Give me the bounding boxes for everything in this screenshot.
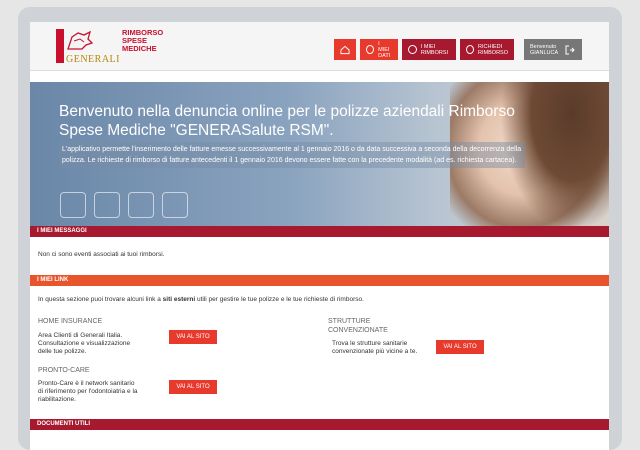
strutture-title-1: STRUTTURE: [328, 318, 371, 325]
link-intro-bold: siti esterni: [162, 296, 196, 303]
lion-icon: [67, 30, 94, 50]
app-screen: GENERALI RIMBORSO SPESE MEDICHE I MIEI D…: [30, 22, 609, 450]
miei-dati-button[interactable]: I MIEI DATI: [360, 39, 398, 60]
strutture-desc-1: Trova le strutture sanitarie: [332, 340, 408, 347]
home-insurance-button[interactable]: VAI AL SITO: [169, 330, 217, 344]
header: GENERALI RIMBORSO SPESE MEDICHE I MIEI D…: [30, 22, 609, 71]
pronto-care-desc-1: Pronto-Care è il network sanitario: [38, 380, 135, 387]
strutture-desc: Trova le strutture sanitarie convenziona…: [332, 340, 442, 356]
strutture-button[interactable]: VAI AL SITO: [436, 340, 484, 354]
home-insurance-desc-1: Area Clienti di Generali Italia.: [38, 332, 123, 339]
medical-kit-icon: [162, 192, 188, 218]
rimborso-spese-mediche-label: RIMBORSO SPESE MEDICHE: [122, 29, 163, 53]
messaggi-section-header: I MIEI MESSAGGI: [30, 226, 609, 237]
hero-banner: Benvenuto nella denuncia online per le p…: [30, 82, 609, 228]
richiedi-rimborso-button[interactable]: RICHIEDI RIMBORSO: [460, 39, 514, 60]
strutture-desc-2: convenzionate più vicine a te.: [332, 348, 418, 355]
pen-icon: [60, 192, 86, 218]
miei-rimborsi-label: I MIEI RIMBORSI: [420, 43, 449, 56]
euro-icon: [466, 45, 475, 54]
pronto-care-desc: Pronto-Care è il network sanitario di ri…: [38, 380, 158, 404]
logout-icon[interactable]: [565, 45, 575, 55]
user-menu[interactable]: Benvenuto GIANLUCA: [524, 39, 582, 60]
strutture-title: STRUTTURE CONVENZIONATE: [328, 317, 388, 335]
home-insurance-desc: Area Clienti di Generali Italia. Consult…: [38, 332, 148, 356]
home-insurance-desc-2: Consultazione e visualizzazione: [38, 340, 131, 347]
generali-wordmark: GENERALI: [66, 54, 120, 65]
pronto-care-title: PRONTO-CARE: [38, 367, 90, 374]
home-button[interactable]: [334, 39, 356, 60]
hero-title: Benvenuto nella denuncia online per le p…: [59, 103, 515, 139]
rs-line-3: MEDICHE: [122, 44, 157, 53]
home-icon: [340, 45, 350, 54]
pronto-care-desc-3: riabilitazione.: [38, 396, 76, 403]
richiedi-rimborso-label: RICHIEDI RIMBORSO: [478, 43, 508, 56]
miei-rimborsi-button[interactable]: I MIEI RIMBORSI: [402, 39, 456, 60]
documenti-section-header: DOCUMENTI UTILI: [30, 419, 609, 430]
main-nav: I MIEI DATI I MIEI RIMBORSI RICHIEDI RIM…: [334, 39, 582, 60]
heart-icon: [366, 45, 375, 54]
hero-health-icons: [60, 192, 188, 218]
pronto-care-button[interactable]: VAI AL SITO: [169, 380, 217, 394]
logo-red-bar: [56, 29, 64, 63]
generali-rsm-logo[interactable]: GENERALI RIMBORSO SPESE MEDICHE: [56, 27, 176, 67]
home-insurance-desc-3: delle tue polizze.: [38, 348, 87, 355]
flask-icon: [128, 192, 154, 218]
home-insurance-title: HOME INSURANCE: [38, 318, 103, 325]
link-intro: In questa sezione puoi trovare alcuni li…: [38, 296, 364, 304]
eye-icon: [94, 192, 120, 218]
link-section-header: I MIEI LINK: [30, 275, 609, 286]
pronto-care-desc-2: di riferimento per l'odontoiatria e la: [38, 388, 138, 395]
strutture-title-2: CONVENZIONATE: [328, 327, 388, 334]
user-greeting: Benvenuto GIANLUCA: [530, 43, 559, 56]
rimborsi-icon: [408, 45, 417, 54]
link-intro-post: utili per gestire le tue polizze e le tu…: [195, 296, 364, 303]
hero-intro: L'applicativo permette l'inserimento del…: [59, 142, 525, 168]
messaggi-empty-text: Non ci sono eventi associati ai tuoi rim…: [38, 251, 165, 258]
miei-dati-label: I MIEI DATI: [378, 40, 391, 59]
link-intro-pre: In questa sezione puoi trovare alcuni li…: [38, 296, 163, 303]
